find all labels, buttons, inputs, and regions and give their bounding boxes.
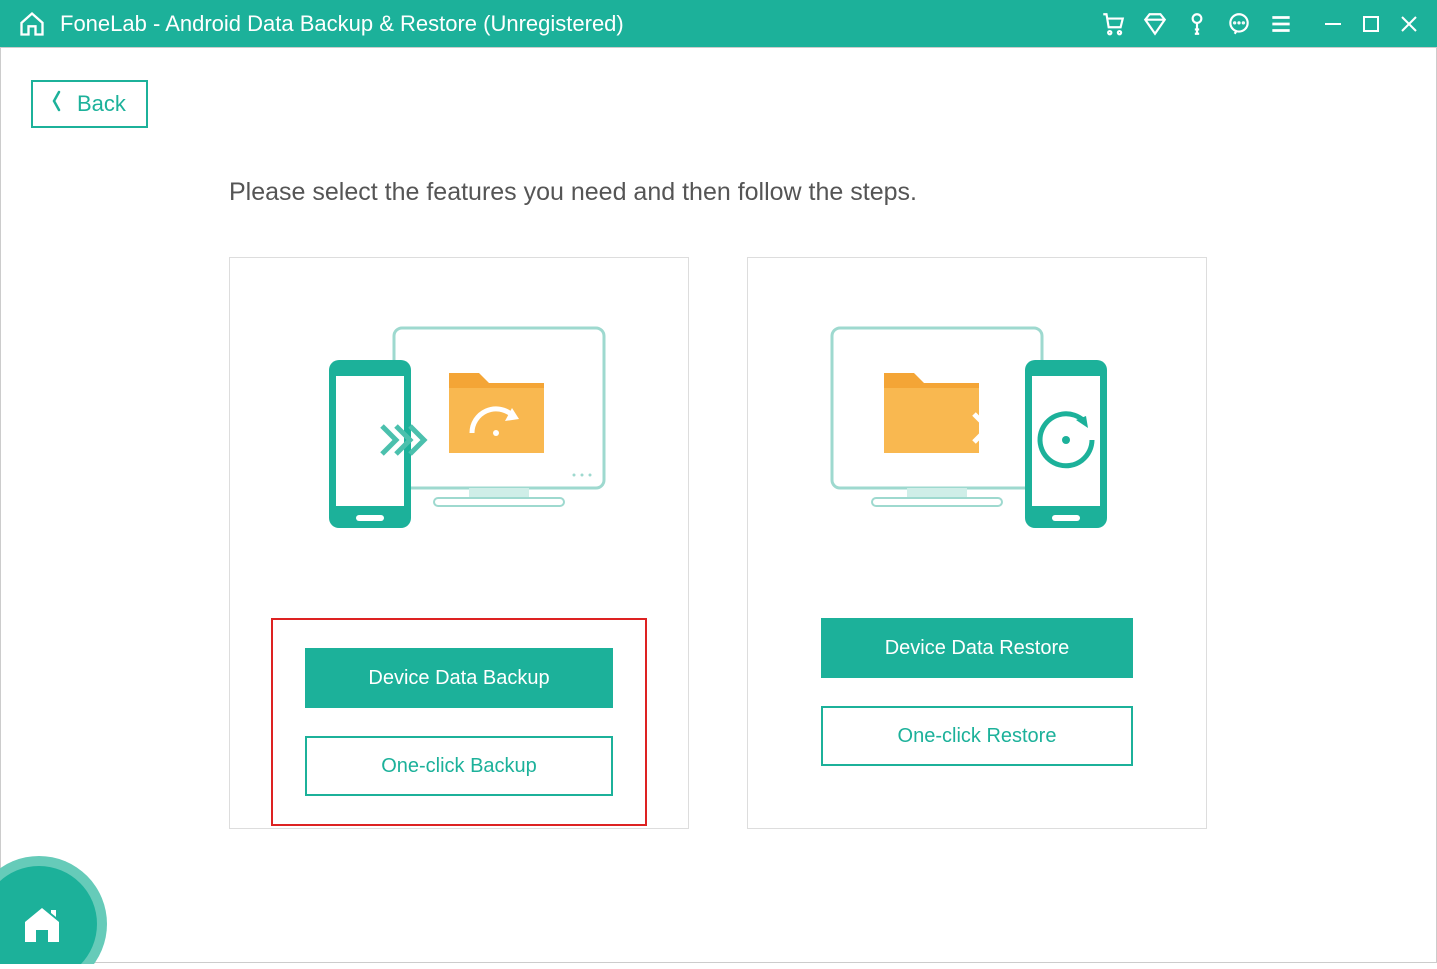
key-icon[interactable] (1183, 10, 1211, 38)
chat-icon[interactable] (1225, 10, 1253, 38)
main-frame: Back Please select the features you need… (0, 47, 1437, 963)
device-data-backup-button[interactable]: Device Data Backup (305, 648, 613, 708)
titlebar: FoneLab - Android Data Backup & Restore … (0, 0, 1437, 47)
minimize-icon[interactable] (1323, 14, 1343, 34)
app-title: FoneLab - Android Data Backup & Restore … (60, 11, 624, 37)
one-click-backup-button[interactable]: One-click Backup (305, 736, 613, 796)
backup-highlight-box: Device Data Backup One-click Backup (271, 618, 647, 826)
back-button-label: Back (77, 91, 126, 117)
home-icon[interactable] (18, 10, 46, 38)
home-fab-button[interactable] (0, 852, 111, 964)
backup-illustration (294, 318, 624, 568)
page-instruction: Please select the features you need and … (229, 178, 1208, 207)
diamond-icon[interactable] (1141, 10, 1169, 38)
cart-icon[interactable] (1099, 10, 1127, 38)
close-icon[interactable] (1399, 14, 1419, 34)
device-data-restore-button[interactable]: Device Data Restore (821, 618, 1133, 678)
back-button[interactable]: Back (31, 80, 148, 128)
one-click-restore-button[interactable]: One-click Restore (821, 706, 1133, 766)
restore-card: Device Data Restore One-click Restore (747, 257, 1207, 829)
restore-illustration (812, 318, 1142, 568)
backup-card: Device Data Backup One-click Backup (229, 257, 689, 829)
menu-icon[interactable] (1267, 10, 1295, 38)
maximize-icon[interactable] (1361, 14, 1381, 34)
back-arrow-icon (49, 90, 65, 118)
